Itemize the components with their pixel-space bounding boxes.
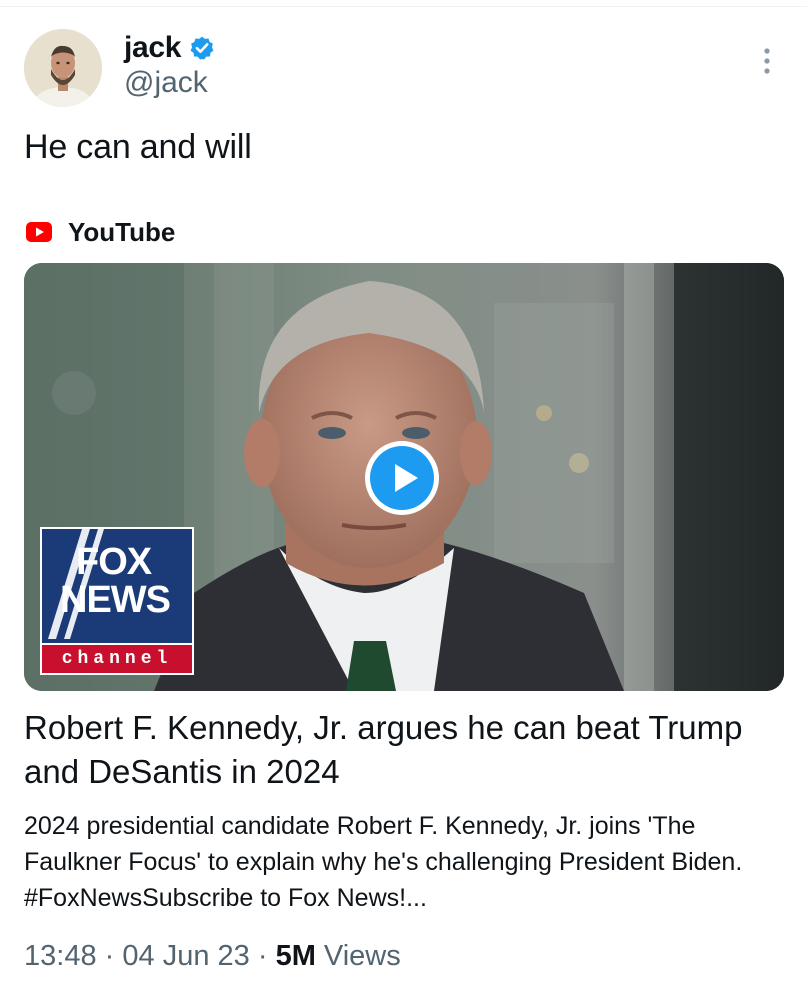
- verified-badge-icon: [189, 35, 215, 61]
- play-icon: [365, 441, 439, 515]
- views-label: Views: [323, 940, 401, 972]
- tweet-meta: 13:48 · 04 Jun 23 · 5M Views: [24, 940, 401, 973]
- top-divider: [0, 0, 807, 7]
- card-source[interactable]: YouTube: [26, 214, 175, 250]
- views-count[interactable]: 5M: [276, 940, 316, 972]
- author-row: jack: [124, 28, 215, 68]
- logo-line-2: NEWS: [60, 579, 171, 621]
- meta-separator: ·: [104, 940, 115, 972]
- author-name[interactable]: jack: [124, 31, 182, 65]
- more-options-icon[interactable]: [760, 46, 774, 76]
- video-thumbnail[interactable]: FOX NEWS channel: [24, 263, 784, 691]
- meta-separator: ·: [257, 940, 268, 972]
- card-title[interactable]: Robert F. Kennedy, Jr. argues he can bea…: [24, 706, 784, 794]
- logo-line-1: FOX: [76, 541, 152, 583]
- tweet-time[interactable]: 13:48: [24, 940, 97, 972]
- tweet-text: He can and will: [24, 128, 252, 166]
- youtube-icon: [26, 222, 52, 242]
- play-button[interactable]: [363, 439, 441, 517]
- tweet-date[interactable]: 04 Jun 23: [122, 940, 249, 972]
- fox-news-logo: FOX NEWS channel: [40, 527, 194, 675]
- card-description: 2024 presidential candidate Robert F. Ke…: [24, 812, 743, 912]
- logo-line-3: channel: [42, 643, 192, 673]
- card-source-label: YouTube: [68, 216, 176, 247]
- author-handle[interactable]: @jack: [124, 66, 208, 100]
- avatar[interactable]: [24, 29, 102, 107]
